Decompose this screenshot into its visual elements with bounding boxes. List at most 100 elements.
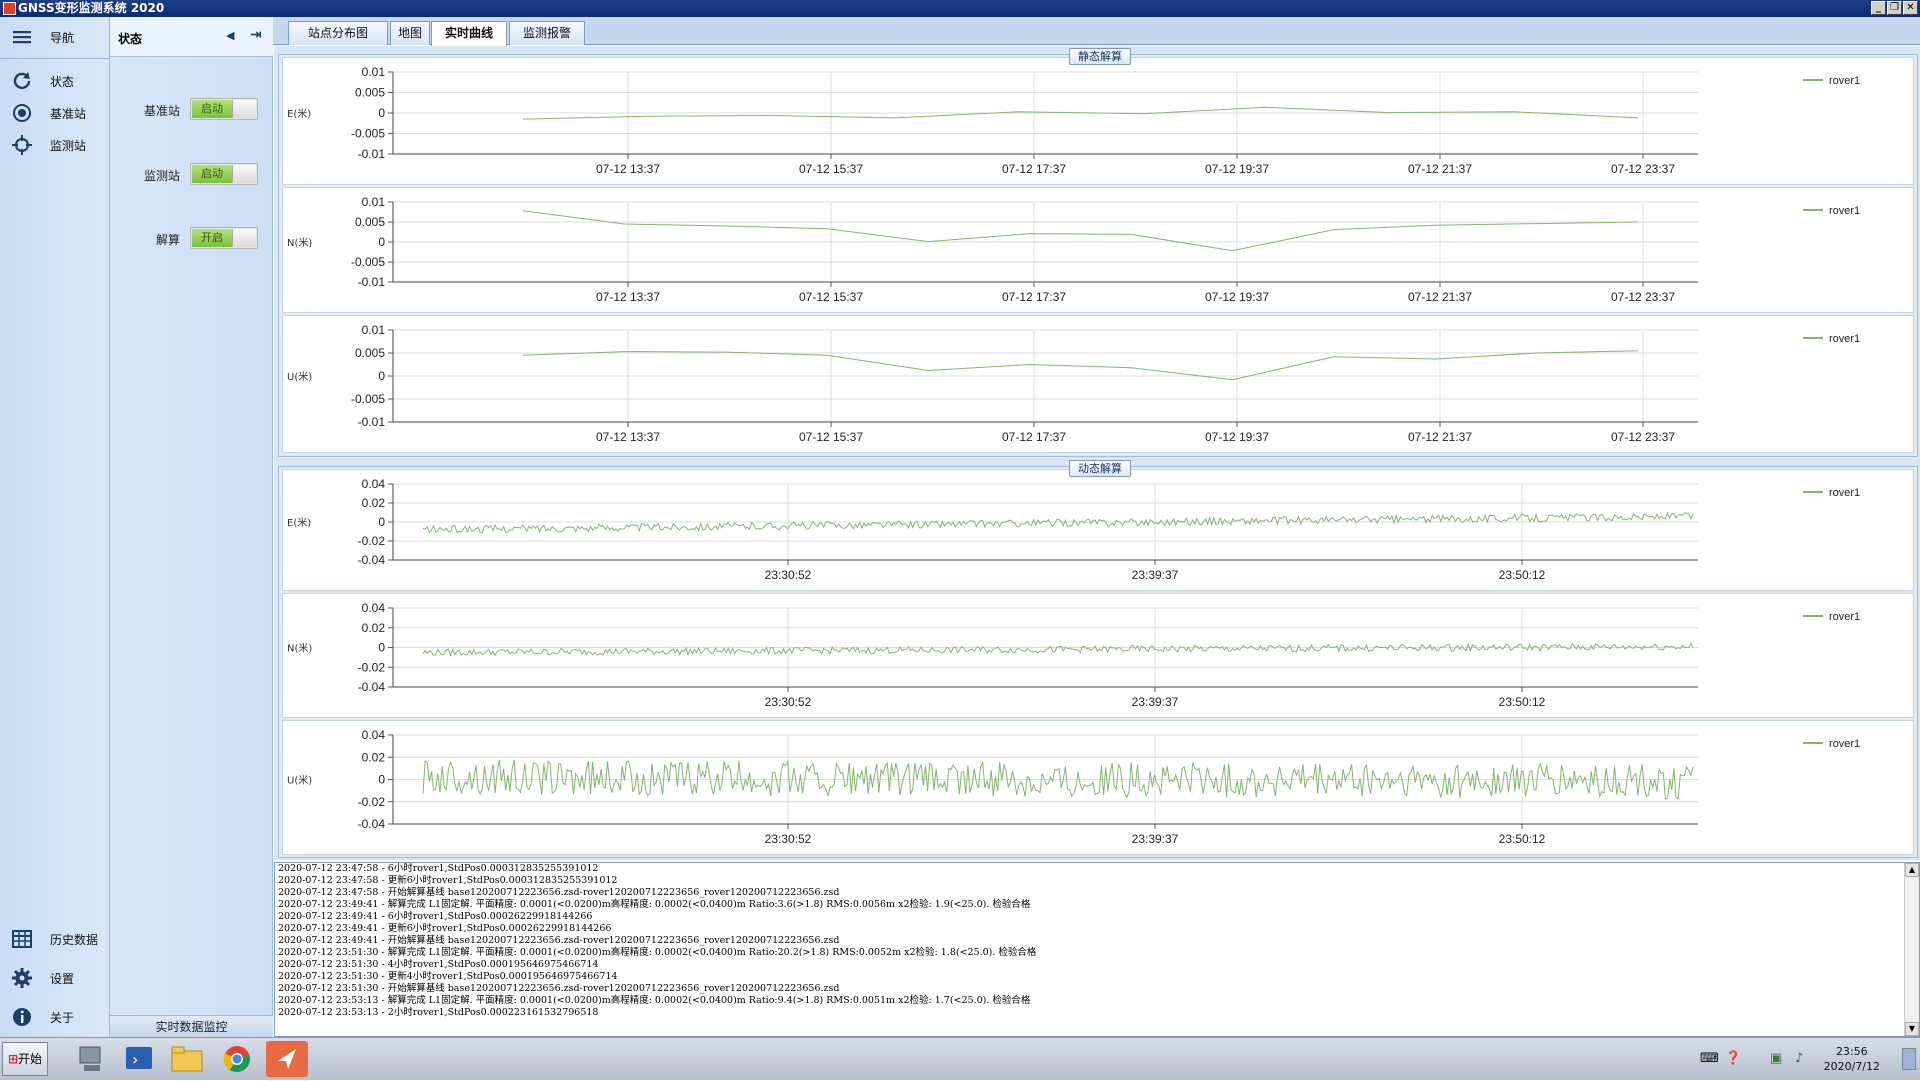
- log-line: 2020-07-12 23:47:58 - 开始解算基线 base1202007…: [278, 887, 840, 898]
- computer-icon: [79, 1046, 101, 1071]
- y-axis-label: U(米): [287, 774, 312, 787]
- x-tick-label: 07-12 21:37: [1408, 162, 1472, 176]
- info-icon: [13, 1008, 31, 1026]
- nav-header-label: 导航: [50, 31, 75, 45]
- toggle-knob: [232, 229, 256, 247]
- volume-icon[interactable]: ♪: [1795, 1051, 1803, 1066]
- y-tick-label: -0.01: [358, 147, 386, 161]
- clock[interactable]: 23:56 2020/7/12: [1824, 1044, 1880, 1074]
- x-tick-label: 23:50:12: [1499, 695, 1546, 709]
- y-axis-label: E(米): [287, 107, 311, 120]
- nav-item-settings[interactable]: 设置: [0, 962, 110, 994]
- log-line: 2020-07-12 23:51:30 - 更新4小时rover1,StdPos…: [278, 971, 618, 982]
- nav-item-about[interactable]: 关于: [0, 1001, 110, 1033]
- powershell-taskbar-icon[interactable]: ›: [118, 1041, 160, 1077]
- x-tick-label: 23:39:37: [1132, 832, 1179, 846]
- x-tick-label: 23:50:12: [1499, 568, 1546, 582]
- log-scrollbar[interactable]: ▲ ▼: [1904, 863, 1919, 1036]
- help-icon[interactable]: ❓: [1725, 1051, 1741, 1066]
- status-panel-title: 状态: [118, 32, 143, 46]
- tab-realtime-curve[interactable]: 实时曲线: [431, 21, 507, 46]
- status-row-base-station: 基准站 启动: [110, 94, 273, 124]
- y-tick-label: -0.04: [358, 817, 386, 831]
- y-tick-label: -0.005: [351, 392, 385, 406]
- y-tick-label: 0.005: [355, 86, 385, 100]
- chart-area: 静态解算 E(米) 0.01 0.005 0 -0.005 -0.01 07-12 13:3…: [274, 46, 1920, 860]
- pin-icon[interactable]: ⇥: [250, 27, 262, 43]
- realtime-monitor-label[interactable]: 实时数据监控: [110, 1015, 273, 1037]
- gnss-app-taskbar-icon[interactable]: [266, 1041, 308, 1077]
- dynamic-e-chart: E(米) 0.04 0.02 0 -0.02 -0.04 23:30:52 23:39:37 2…: [282, 469, 1914, 591]
- status-row-label: 监测站: [143, 169, 180, 183]
- log-list: 2020-07-12 23:47:58 - 6小时rover1,StdPos0.…: [275, 863, 1919, 1019]
- nav-panel: 导航 状态 基准站 监测站 历史数据 设置 关于: [0, 17, 110, 1037]
- log-line: 2020-07-12 23:51:30 - 4小时rover1,StdPos0.…: [278, 959, 599, 970]
- status-row-solve: 解算 开启: [110, 223, 273, 253]
- y-tick-label: 0.02: [362, 496, 386, 510]
- tab-bar: 站点分布图 地图 实时曲线 监测报警: [273, 17, 1920, 46]
- y-tick-label: 0.01: [362, 195, 386, 209]
- x-tick-label: 07-12 13:37: [596, 430, 660, 444]
- static-e-chart: E(米) 0.01 0.005 0 -0.005 -0.01 07-12 13:37 07-1…: [282, 57, 1914, 185]
- status-row-monitor-station: 监测站 启动: [110, 159, 273, 189]
- x-tick-label: 07-12 21:37: [1408, 430, 1472, 444]
- solve-toggle[interactable]: 开启: [190, 227, 258, 249]
- keyboard-icon[interactable]: ⌨: [1700, 1051, 1719, 1066]
- y-tick-label: 0.02: [362, 750, 386, 764]
- monitor-station-toggle[interactable]: 启动: [190, 163, 258, 185]
- chart-svg: N(米) 0.01 0.005 0 -0.005 -0.01 07-12 13:37 07-1…: [287, 195, 1860, 304]
- nav-item-status[interactable]: 状态: [0, 65, 110, 97]
- log-line: 2020-07-12 23:53:13 - 2小时rover1,StdPos0.…: [278, 1007, 599, 1018]
- minimize-button[interactable]: _: [1871, 1, 1886, 15]
- x-tick-label: 07-12 15:37: [799, 430, 863, 444]
- network-icon[interactable]: ▣: [1770, 1051, 1782, 1066]
- x-tick-label: 23:50:12: [1499, 832, 1546, 846]
- nav-item-label: 监测站: [50, 139, 87, 153]
- y-tick-label: -0.02: [358, 660, 386, 674]
- y-tick-label: 0: [378, 235, 385, 249]
- y-axis-label: E(米): [287, 516, 311, 529]
- legend-label: rover1: [1829, 611, 1860, 623]
- computer-taskbar-icon[interactable]: [70, 1041, 112, 1077]
- collapse-left-icon[interactable]: ◀: [226, 29, 234, 42]
- chart-svg: E(米) 0.04 0.02 0 -0.02 -0.04 23:30:52 23:39:37 2…: [287, 477, 1860, 582]
- scroll-up-icon[interactable]: ▲: [1905, 863, 1919, 877]
- nav-item-label: 关于: [50, 1011, 75, 1025]
- chrome-taskbar-icon[interactable]: [216, 1041, 258, 1077]
- y-tick-label: 0: [378, 773, 385, 787]
- chrome-icon: [223, 1046, 250, 1072]
- maximize-button[interactable]: ❐: [1887, 1, 1902, 15]
- toggle-on-label: 启动: [192, 165, 232, 183]
- tab-station-map[interactable]: 站点分布图: [288, 21, 388, 45]
- scroll-down-icon[interactable]: ▼: [1905, 1022, 1919, 1036]
- nav-item-label: 状态: [50, 75, 75, 89]
- log-line: 2020-07-12 23:49:41 - 开始解算基线 base1202007…: [278, 935, 840, 946]
- y-tick-label: -0.01: [358, 275, 386, 289]
- series-line-rover1: [522, 350, 1639, 381]
- x-tick-label: 07-12 23:37: [1611, 290, 1675, 304]
- nav-header[interactable]: 导航: [0, 21, 110, 59]
- nav-item-history[interactable]: 历史数据: [0, 923, 110, 955]
- y-tick-label: -0.04: [358, 553, 386, 567]
- show-desktop-button[interactable]: [1902, 1048, 1916, 1070]
- nav-item-monitor-station[interactable]: 监测站: [0, 129, 110, 161]
- y-tick-label: -0.02: [358, 795, 386, 809]
- log-line: 2020-07-12 23:53:13 - 解算完成 L1固定解. 平面精度: …: [278, 995, 1031, 1006]
- y-tick-label: 0.02: [362, 621, 386, 635]
- chart-svg: U(米) 0.01 0.005 0 -0.005 -0.01 07-12 13:37 07-1…: [287, 323, 1860, 444]
- log-panel[interactable]: 2020-07-12 23:47:58 - 6小时rover1,StdPos0.…: [274, 862, 1920, 1037]
- table-icon: [12, 930, 32, 948]
- y-axis-label: N(米): [287, 642, 312, 655]
- base-station-toggle[interactable]: 启动: [190, 98, 258, 120]
- y-axis-label: U(米): [287, 370, 312, 383]
- tab-map[interactable]: 地图: [390, 21, 430, 45]
- nav-item-base-station[interactable]: 基准站: [0, 97, 110, 129]
- tab-monitor-alarm[interactable]: 监测报警: [509, 21, 585, 45]
- file-explorer-taskbar-icon[interactable]: [166, 1041, 208, 1077]
- start-button[interactable]: ⊞开始: [2, 1042, 48, 1076]
- close-button[interactable]: ✕: [1903, 1, 1918, 15]
- x-tick-label: 23:39:37: [1132, 695, 1179, 709]
- app-logo-icon: [3, 2, 16, 15]
- series-line-rover1: [422, 511, 1694, 534]
- y-axis-label: N(米): [287, 236, 312, 249]
